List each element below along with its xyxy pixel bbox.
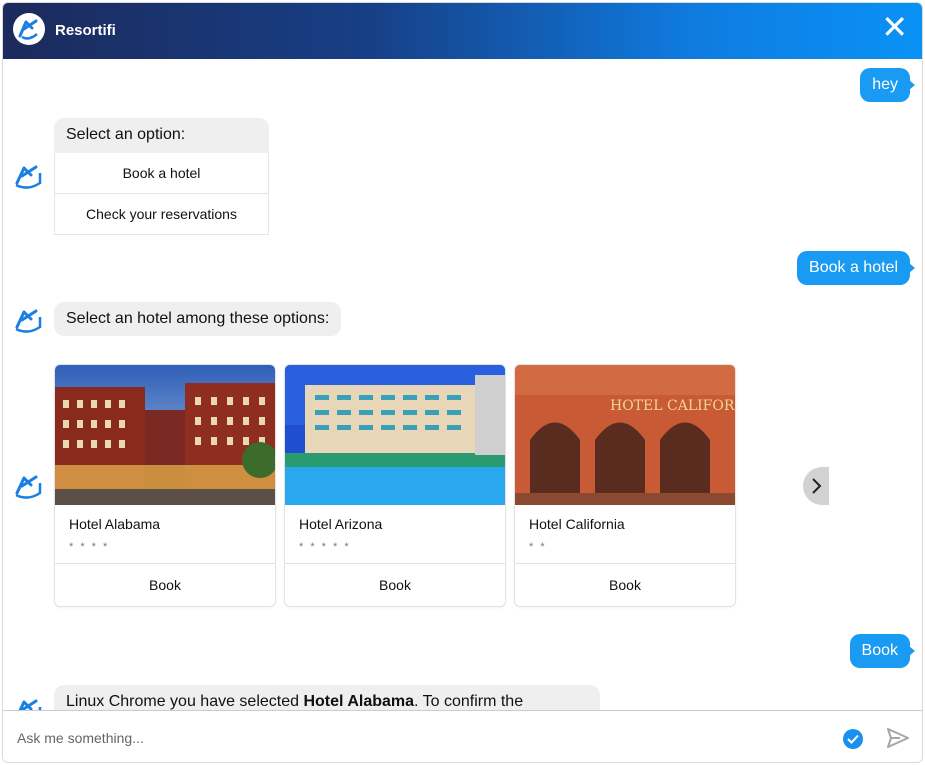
carousel-next-button[interactable] <box>803 467 829 505</box>
confirm-suffix: . To confirm the <box>414 693 524 710</box>
message-input[interactable] <box>15 721 819 755</box>
user-message: Book a hotel <box>797 251 915 285</box>
user-message: hey <box>860 68 915 102</box>
hotel-name: Hotel California <box>529 516 625 532</box>
hotel-card: Hotel Alabama * * * * Book <box>54 364 276 607</box>
bot-avatar-icon <box>18 699 42 710</box>
message-list[interactable]: hey Select an option: Book a hotel Check… <box>3 59 922 710</box>
book-button[interactable]: Book <box>55 563 275 606</box>
option-list: Book a hotel Check your reservations <box>54 153 269 235</box>
hotel-card: Hotel Arizona * * * * * Book <box>284 364 506 607</box>
hotel-arizona-image <box>285 365 505 505</box>
bot-avatar-icon <box>15 475 42 499</box>
bot-avatar-icon <box>15 309 42 333</box>
confirm-prefix: Linux Chrome you have selected <box>66 693 304 710</box>
hotel-alabama-image <box>55 365 275 505</box>
hotel-rating: * * * * * <box>299 541 351 553</box>
hotel-rating: * * * * <box>69 541 110 553</box>
message-composer <box>3 710 922 762</box>
resortifi-logo <box>13 13 45 45</box>
hotel-card: HOTEL CALIFORNIA Hotel California * * Bo… <box>514 364 736 607</box>
book-button[interactable]: Book <box>285 563 505 606</box>
close-icon[interactable]: ✕ <box>881 11 908 43</box>
user-message: Book <box>849 634 916 668</box>
selected-hotel: Hotel Alabama <box>303 693 415 710</box>
bot-avatar-icon <box>15 165 42 189</box>
hotel-california-image: HOTEL CALIFORNIA <box>515 365 735 505</box>
bot-message: Linux Chrome you have selected Hotel Ala… <box>54 685 600 710</box>
bot-message: Select an hotel among these options: <box>54 302 342 336</box>
option-book-hotel[interactable]: Book a hotel <box>54 153 269 194</box>
send-icon[interactable] <box>886 727 910 749</box>
chevron-right-icon <box>812 478 822 494</box>
chat-header: Resortifi ✕ <box>3 3 922 59</box>
chat-widget: Resortifi ✕ hey Select an option: Book a… <box>2 2 923 763</box>
option-check-reservations[interactable]: Check your reservations <box>54 194 269 235</box>
bot-message: Select an option: <box>54 118 269 153</box>
hotel-name: Hotel Arizona <box>299 516 383 532</box>
resortifi-logo-icon <box>18 19 38 40</box>
check-circle-icon[interactable] <box>843 729 863 749</box>
book-button[interactable]: Book <box>515 563 735 606</box>
hotel-rating: * * <box>529 541 547 553</box>
hotel-california-sign: HOTEL CALIFORNIA <box>610 398 735 414</box>
app-title: Resortifi <box>55 22 116 39</box>
hotel-name: Hotel Alabama <box>69 516 161 532</box>
